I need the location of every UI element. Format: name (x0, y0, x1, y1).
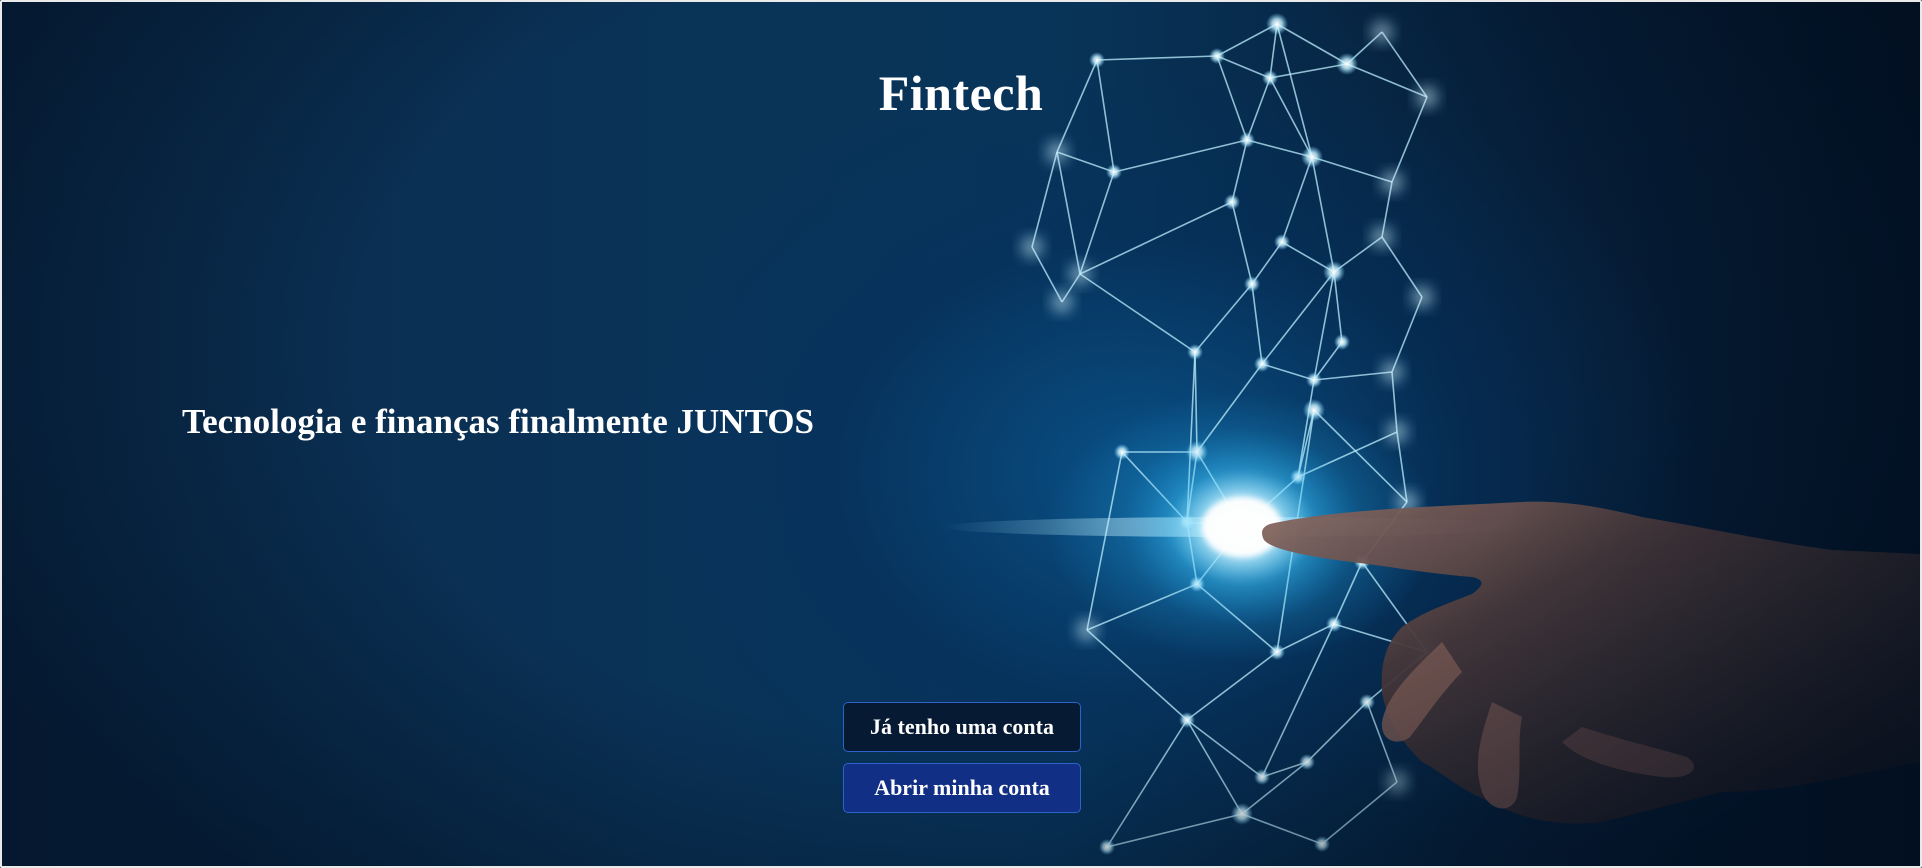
network-edge (1186, 719, 1243, 815)
network-node (1303, 399, 1325, 421)
hero-tagline: Tecnologia e finanças finalmente JUNTOS (182, 402, 814, 441)
page-title: Fintech (878, 65, 1044, 121)
network-node (1209, 48, 1225, 64)
network-node (1306, 372, 1322, 388)
network-edge (1079, 201, 1233, 275)
network-node (1359, 694, 1375, 710)
network-edge (1281, 156, 1313, 243)
network-node (1274, 234, 1290, 250)
network-node (1099, 839, 1115, 855)
network-node (1326, 616, 1342, 632)
network-edge (1241, 813, 1323, 845)
network-edge (1306, 701, 1368, 763)
network-edge (1113, 139, 1248, 173)
network-node (1231, 803, 1253, 825)
network-edge (1079, 273, 1196, 353)
network-edge (1096, 55, 1218, 61)
open-account-button[interactable]: Abrir minha conta (843, 763, 1081, 813)
auth-actions: Já tenho uma conta Abrir minha conta (843, 702, 1081, 813)
network-edge (1056, 151, 1081, 275)
network-node (1114, 444, 1130, 460)
network-edge (1276, 23, 1348, 65)
network-edge (1276, 623, 1335, 653)
network-edge (1186, 719, 1263, 778)
hand-image (1262, 501, 1920, 824)
network-edge (1261, 271, 1335, 365)
landing-page: Fintech Tecnologia e finanças finalmente… (0, 0, 1922, 868)
network-node (1187, 344, 1203, 360)
network-edge (1106, 813, 1243, 848)
network-node (1301, 146, 1323, 168)
network-edge (1251, 283, 1263, 365)
network-node (1239, 132, 1255, 148)
network-edge (1261, 363, 1315, 381)
network-node (1254, 769, 1270, 785)
network-node (1266, 13, 1288, 35)
network-node (1366, 16, 1398, 48)
network-node (1323, 261, 1345, 283)
network-edge (1086, 451, 1123, 631)
network-node (1254, 356, 1270, 372)
network-node (1376, 166, 1408, 198)
network-edge (1194, 283, 1253, 353)
network-node (1106, 164, 1122, 180)
network-node (1064, 258, 1096, 290)
network-edge (1311, 156, 1335, 273)
network-node (1046, 286, 1078, 318)
network-node (1376, 356, 1408, 388)
network-node (1016, 231, 1048, 263)
network-edge (1186, 651, 1278, 721)
network-edge (1106, 719, 1188, 848)
network-node (1314, 836, 1330, 852)
network-node (1381, 416, 1413, 448)
network-edge (1079, 171, 1115, 275)
network-node (1041, 136, 1073, 168)
network-node (1224, 194, 1240, 210)
network-edge (1231, 139, 1248, 203)
network-node (1406, 281, 1438, 313)
network-node (1381, 766, 1413, 798)
network-node (1334, 334, 1350, 350)
network-node (1244, 276, 1260, 292)
network-edge (1086, 629, 1188, 721)
network-node (1071, 614, 1103, 646)
network-edge (1313, 271, 1335, 381)
network-node (1299, 754, 1315, 770)
network-edge (1231, 201, 1253, 285)
login-button[interactable]: Já tenho uma conta (843, 702, 1081, 752)
network-node (1269, 644, 1285, 660)
network-node (1366, 221, 1398, 253)
network-node (1179, 712, 1195, 728)
